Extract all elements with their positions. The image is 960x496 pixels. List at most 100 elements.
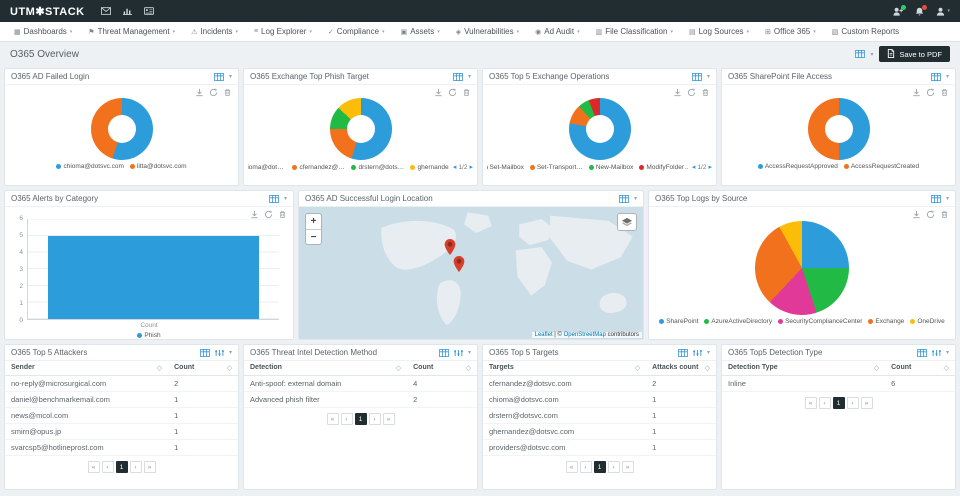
- last-page-button[interactable]: »: [382, 413, 395, 425]
- table-row[interactable]: news@mcol.com 1: [5, 407, 238, 424]
- menu-item-file-classification[interactable]: ▥ File Classification ▾: [588, 22, 681, 41]
- column-header[interactable]: Count ◇: [885, 361, 955, 376]
- user-menu-icon[interactable]: ▾: [936, 7, 950, 16]
- chevron-down-icon[interactable]: ▾: [946, 349, 949, 356]
- legend-item[interactable]: AzureActiveDirectory: [704, 318, 772, 325]
- delete-icon[interactable]: [940, 88, 949, 97]
- legend-item[interactable]: Set-TransportConfig: [529, 164, 583, 171]
- menu-item-incidents[interactable]: ⚠ Incidents ▾: [183, 22, 246, 41]
- delete-icon[interactable]: [701, 88, 710, 97]
- map-pin[interactable]: [453, 255, 465, 277]
- openstreetmap-link[interactable]: OpenStreetMap: [564, 332, 606, 338]
- delete-icon[interactable]: [940, 210, 949, 219]
- page-1-button[interactable]: 1: [115, 461, 128, 473]
- columns-icon[interactable]: [932, 349, 941, 357]
- legend-item[interactable]: ghernandez@dotsvc.com: [410, 164, 449, 171]
- menu-item-log-explorer[interactable]: ≡ Log Explorer ▾: [246, 22, 320, 41]
- chevron-down-icon[interactable]: ▾: [707, 73, 710, 80]
- chevron-down-icon[interactable]: ▾: [946, 195, 949, 202]
- download-icon[interactable]: [250, 210, 259, 219]
- table-row[interactable]: Advanced phish filter 2: [244, 391, 477, 408]
- table-row[interactable]: ghernandez@dotsvc.com 1: [483, 423, 716, 440]
- first-page-button[interactable]: «: [804, 397, 817, 409]
- download-icon[interactable]: [434, 88, 443, 97]
- save-to-pdf-button[interactable]: Save to PDF: [879, 46, 950, 62]
- page-1-button[interactable]: 1: [593, 461, 606, 473]
- legend-item[interactable]: drstern@dotsvc.com: [351, 164, 404, 171]
- column-header[interactable]: Sender ◇: [5, 361, 169, 376]
- bar-phish[interactable]: [48, 235, 259, 319]
- sort-icon[interactable]: ◇: [227, 364, 232, 372]
- download-icon[interactable]: [912, 88, 921, 97]
- legend-item[interactable]: SharePoint: [659, 318, 698, 325]
- chevron-down-icon[interactable]: ▾: [229, 349, 232, 356]
- notifications-bell-icon[interactable]: [915, 4, 928, 16]
- last-page-button[interactable]: »: [143, 461, 156, 473]
- chevron-down-icon[interactable]: ▾: [468, 349, 471, 356]
- delete-icon[interactable]: [278, 210, 287, 219]
- column-header[interactable]: Detection Type ◇: [722, 361, 886, 376]
- id-card-icon[interactable]: [143, 7, 154, 15]
- menu-item-compliance[interactable]: ✓ Compliance ▾: [320, 22, 393, 41]
- legend-item[interactable]: litta@dotsvc.com: [129, 163, 187, 170]
- chevron-down-icon[interactable]: ▾: [707, 349, 710, 356]
- last-page-button[interactable]: »: [621, 461, 634, 473]
- legend-prev-icon[interactable]: ◂: [453, 163, 457, 171]
- brand-logo[interactable]: UTM✱STACK: [10, 5, 85, 18]
- table-view-icon[interactable]: [855, 50, 866, 58]
- world-map[interactable]: + − Leaflet | © OpenStreetMap contributo…: [299, 207, 643, 339]
- columns-icon[interactable]: [693, 349, 702, 357]
- last-page-button[interactable]: »: [860, 397, 873, 409]
- zoom-out-button[interactable]: −: [306, 229, 321, 244]
- menu-item-assets[interactable]: ▣ Assets ▾: [393, 22, 448, 41]
- legend-item[interactable]: Set-Mailbox: [487, 164, 524, 171]
- delete-icon[interactable]: [223, 88, 232, 97]
- legend-prev-icon[interactable]: ◂: [692, 163, 696, 171]
- refresh-icon[interactable]: [264, 210, 273, 219]
- legend-item[interactable]: chioma@dotsvc.com: [248, 164, 286, 171]
- refresh-icon[interactable]: [687, 88, 696, 97]
- chevron-down-icon[interactable]: ▾: [870, 51, 873, 58]
- menu-item-custom-reports[interactable]: ▧ Custom Reports: [824, 22, 907, 41]
- menu-item-dashboards[interactable]: ▦ Dashboards ▾: [6, 22, 80, 41]
- zoom-in-button[interactable]: +: [306, 214, 321, 229]
- leaflet-link[interactable]: Leaflet: [535, 332, 553, 338]
- legend-item[interactable]: chioma@dotsvc.com: [56, 163, 124, 170]
- column-header[interactable]: Count ◇: [168, 361, 238, 376]
- prev-page-button[interactable]: ‹: [579, 461, 592, 473]
- legend-next-icon[interactable]: ▸: [708, 163, 712, 171]
- table-row[interactable]: smirn@opus.jp 1: [5, 423, 238, 440]
- page-1-button[interactable]: 1: [832, 397, 845, 409]
- legend-next-icon[interactable]: ▸: [469, 163, 473, 171]
- download-icon[interactable]: [195, 88, 204, 97]
- column-header[interactable]: Detection ◇: [244, 361, 408, 376]
- next-page-button[interactable]: ›: [846, 397, 859, 409]
- prev-page-button[interactable]: ‹: [101, 461, 114, 473]
- sort-icon[interactable]: ◇: [874, 364, 879, 372]
- table-row[interactable]: chioma@dotsvc.com 1: [483, 391, 716, 408]
- table-view-icon[interactable]: [269, 194, 279, 203]
- download-icon[interactable]: [673, 88, 682, 97]
- table-view-icon[interactable]: [214, 72, 224, 81]
- sort-icon[interactable]: ◇: [396, 364, 401, 372]
- next-page-button[interactable]: ›: [607, 461, 620, 473]
- menu-item-threat-management[interactable]: ⚑ Threat Management ▾: [80, 22, 183, 41]
- menu-item-ad-audit[interactable]: ◉ Ad Audit ▾: [527, 22, 587, 41]
- chevron-down-icon[interactable]: ▾: [284, 195, 287, 202]
- chevron-down-icon[interactable]: ▾: [229, 73, 232, 80]
- pie-chart-logs-by-source[interactable]: [755, 221, 849, 315]
- table-view-icon[interactable]: [678, 348, 688, 357]
- donut-chart-exchange-operations[interactable]: [568, 98, 631, 160]
- download-icon[interactable]: [912, 210, 921, 219]
- table-view-icon[interactable]: [453, 72, 463, 81]
- table-row[interactable]: providers@dotsvc.com 1: [483, 439, 716, 456]
- map-layers-button[interactable]: [617, 213, 637, 231]
- legend-item[interactable]: Exchange: [868, 318, 904, 325]
- column-header[interactable]: Count ◇: [407, 361, 477, 376]
- first-page-button[interactable]: «: [326, 413, 339, 425]
- table-view-icon[interactable]: [692, 72, 702, 81]
- add-user-icon[interactable]: [893, 4, 907, 16]
- page-1-button[interactable]: 1: [354, 413, 367, 425]
- sort-icon[interactable]: ◇: [705, 364, 710, 372]
- refresh-icon[interactable]: [926, 210, 935, 219]
